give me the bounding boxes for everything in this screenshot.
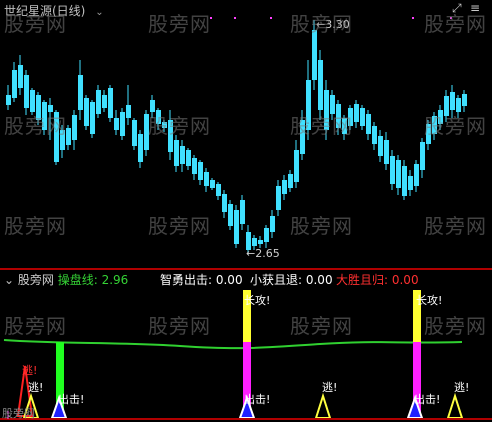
operation-line-value: 操盘线: 2.96 <box>57 273 129 287</box>
signal-long-attack: 长攻! <box>416 294 443 307</box>
chevron-down-icon[interactable]: ⌄ <box>4 273 14 287</box>
price-chart-pane[interactable]: 世纪星源(日线) ⌄ ⤢ ≡ ←3.30 ←2.65 股旁网 股旁网 股旁网 股… <box>0 0 492 270</box>
signal-escape: 逃! <box>454 381 470 394</box>
watermark: 股旁网 <box>148 314 211 338</box>
indicator-small-gain-value: 小获且退: 0.00 <box>250 273 333 287</box>
watermark: 股旁网 <box>4 12 67 36</box>
watermark: 股旁网 <box>424 114 487 138</box>
indicator-name: 股旁网 <box>17 273 54 287</box>
watermark: 股旁网 <box>290 114 353 138</box>
low-price-label: ←2.65 <box>246 247 280 260</box>
chevron-down-icon[interactable]: ⌄ <box>95 7 103 18</box>
watermark: 股旁网 <box>4 314 67 338</box>
indicator-attack-value: 智勇出击: 0.00 <box>160 273 243 287</box>
watermark: 股旁网 <box>424 314 487 338</box>
watermark: 股旁网 <box>424 214 487 238</box>
signal-attack: 出击! <box>244 393 271 406</box>
candlestick-chart <box>6 17 467 255</box>
watermark: 股旁网 <box>290 314 353 338</box>
indicator-header: ⌄ 股旁网 操盘线: 2.96 <box>4 271 128 288</box>
indicator-big-win-value: 大胜且归: 0.00 <box>336 273 419 287</box>
watermark: 股旁网 <box>148 114 211 138</box>
bottom-watermark: 股旁网 <box>2 407 35 420</box>
signal-long-attack: 长攻! <box>244 294 271 307</box>
watermark: 股旁网 <box>290 12 353 36</box>
watermark: 股旁网 <box>4 114 67 138</box>
signal-escape: 逃! <box>22 364 38 377</box>
watermark: 股旁网 <box>148 214 211 238</box>
signal-attack: 出击! <box>58 393 85 406</box>
watermark: 股旁网 <box>4 214 67 238</box>
indicator-pane[interactable]: ⌄ 股旁网 操盘线: 2.96 智勇出击: 0.00 小获且退: 0.00 大胜… <box>0 268 492 422</box>
signal-escape: 逃! <box>322 381 338 394</box>
watermark: 股旁网 <box>424 12 487 36</box>
signal-attack: 出击! <box>414 393 441 406</box>
signal-escape: 逃! <box>28 381 44 394</box>
watermark: 股旁网 <box>290 214 353 238</box>
watermark: 股旁网 <box>148 12 211 36</box>
